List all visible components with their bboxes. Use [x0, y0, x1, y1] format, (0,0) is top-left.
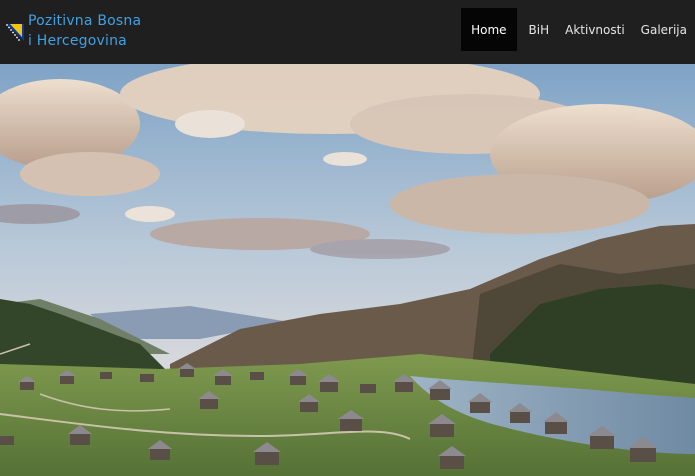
nav-item-galerija[interactable]: Galerija: [633, 8, 695, 51]
bih-flag-icon: [6, 24, 24, 41]
nav-item-home[interactable]: Home: [461, 8, 517, 51]
landscape-illustration: [0, 64, 695, 476]
main-nav: Home BiH Aktivnosti Galerija: [461, 8, 695, 51]
brand-title: Pozitivna Bosna i Hercegovina: [28, 13, 142, 49]
brand-link[interactable]: Pozitivna Bosna i Hercegovina: [4, 8, 158, 54]
nav-item-bih[interactable]: BiH: [521, 8, 558, 51]
top-navbar: Pozitivna Bosna i Hercegovina Home BiH A…: [0, 0, 695, 64]
hero-banner-image: [0, 64, 695, 476]
nav-item-aktivnosti[interactable]: Aktivnosti: [557, 8, 633, 51]
